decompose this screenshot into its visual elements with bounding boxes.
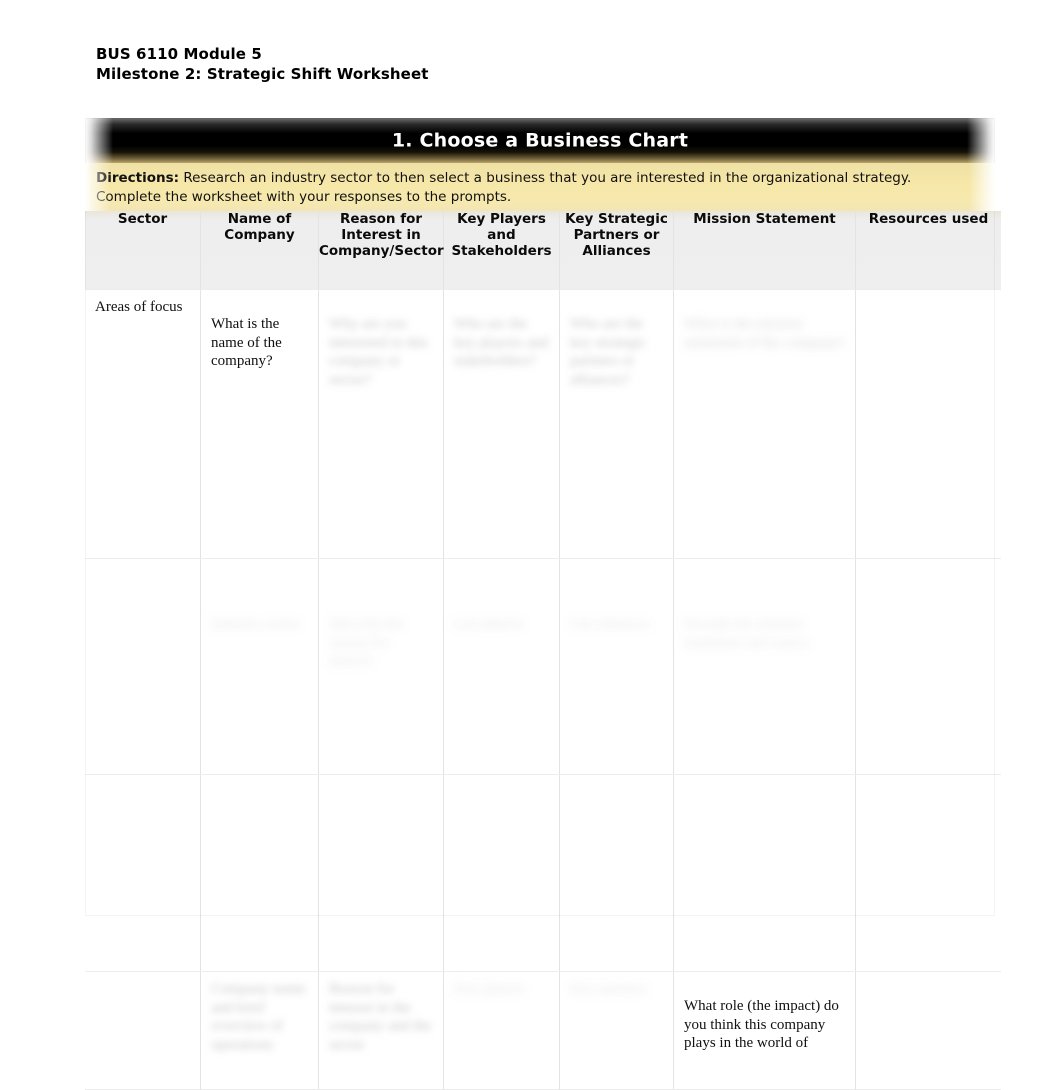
table-header-row: Sector Name of Company Reason for Intere… xyxy=(85,211,1001,290)
cell-partners[interactable]: List alliances xyxy=(559,558,674,775)
column-header-partners: Key Strategic Partners or Alliances xyxy=(559,211,674,290)
cell-reason-text xyxy=(319,775,443,789)
cell-sector-text xyxy=(85,559,200,573)
cell-players[interactable]: List players xyxy=(443,558,560,775)
cell-reason[interactable]: Reason for interest in the company and t… xyxy=(318,971,444,1090)
cell-players-text: List players xyxy=(454,616,525,632)
cell-sector-text xyxy=(85,972,200,986)
cell-company[interactable] xyxy=(200,774,319,972)
column-header-players: Key Players and Stakeholders xyxy=(443,211,560,290)
cell-players-text: Who are the key players and stakeholders… xyxy=(454,316,549,369)
cell-sector-text xyxy=(85,775,200,789)
cell-resources[interactable] xyxy=(855,971,1001,1090)
cell-reason-text: Reason for interest in the company and t… xyxy=(329,981,432,1053)
worksheet-banner: 1. Choose a Business Chart xyxy=(85,118,995,163)
cell-players-text: Key players xyxy=(454,981,527,997)
table-row: Company name and brief overview of opera… xyxy=(85,971,1001,1090)
cell-resources-text xyxy=(856,290,1001,304)
cell-sector-text: Areas of focus xyxy=(95,299,183,315)
page-title-line-1: BUS 6110 Module 5 xyxy=(96,45,262,63)
cell-sector[interactable] xyxy=(85,774,201,972)
cell-mission[interactable]: What role (the impact) do you think this… xyxy=(673,971,856,1090)
cell-partners[interactable]: Key partners xyxy=(559,971,674,1090)
cell-company[interactable]: What is the name of the company? xyxy=(200,289,319,559)
table-header: Sector Name of Company Reason for Intere… xyxy=(85,211,1001,290)
cell-resources-text xyxy=(856,972,1001,986)
cell-partners-text: Key partners xyxy=(570,981,648,997)
cell-players-text xyxy=(444,775,559,789)
directions-body: Research an industry sector to then sele… xyxy=(96,170,912,205)
directions-label: Directions: xyxy=(96,170,180,186)
cell-company[interactable]: Industry sector xyxy=(200,558,319,775)
cell-company-text: Industry sector xyxy=(211,616,301,632)
cell-mission-text: Provide the mission statement and source xyxy=(684,616,810,651)
cell-players[interactable]: Who are the key players and stakeholders… xyxy=(443,289,560,559)
cell-partners[interactable]: Who are the key strategic partners or al… xyxy=(559,289,674,559)
cell-resources-text xyxy=(856,775,1001,789)
cell-company[interactable]: Company name and brief overview of opera… xyxy=(200,971,319,1090)
worksheet-container: 1. Choose a Business Chart Directions: R… xyxy=(85,118,1001,1090)
column-header-mission: Mission Statement xyxy=(673,211,856,290)
cell-reason-text: Describe the reason for interest xyxy=(329,616,405,669)
cell-sector[interactable] xyxy=(85,558,201,775)
cell-company-text xyxy=(201,775,318,789)
cell-resources[interactable] xyxy=(855,558,1001,775)
page-title: BUS 6110 Module 5 Milestone 2: Strategic… xyxy=(96,44,429,84)
directions-row: Directions: Research an industry sector … xyxy=(85,163,995,211)
cell-partners-text: Who are the key strategic partners or al… xyxy=(570,316,647,388)
cell-mission[interactable] xyxy=(673,774,856,972)
cell-mission-text: What is the mission statement of the com… xyxy=(684,316,846,351)
cell-mission[interactable]: What is the mission statement of the com… xyxy=(673,289,856,559)
table-row: Industry sector Describe the reason for … xyxy=(85,558,1001,775)
cell-reason[interactable]: Why are you interested in this company o… xyxy=(318,289,444,559)
table-row xyxy=(85,774,1001,972)
cell-mission[interactable]: Provide the mission statement and source xyxy=(673,558,856,775)
cell-sector[interactable]: Areas of focus xyxy=(85,289,201,559)
cell-resources[interactable] xyxy=(855,289,1001,559)
column-header-company: Name of Company xyxy=(200,211,319,290)
cell-players[interactable]: Key players xyxy=(443,971,560,1090)
page-title-line-2: Milestone 2: Strategic Shift Worksheet xyxy=(96,65,429,83)
cell-players[interactable] xyxy=(443,774,560,972)
cell-resources[interactable] xyxy=(855,774,1001,972)
cell-partners[interactable] xyxy=(559,774,674,972)
cell-sector[interactable] xyxy=(85,971,201,1090)
directions-text: Directions: Research an industry sector … xyxy=(85,163,995,207)
cell-mission-text: What role (the impact) do you think this… xyxy=(684,998,839,1051)
table-body: Areas of focus What is the name of the c… xyxy=(85,289,1001,1090)
column-header-reason: Reason for Interest in Company/Sector xyxy=(318,211,444,290)
cell-company-text: Company name and brief overview of opera… xyxy=(211,981,306,1053)
cell-company-text: What is the name of the company? xyxy=(211,316,282,369)
column-header-sector: Sector xyxy=(85,211,201,290)
cell-reason[interactable] xyxy=(318,774,444,972)
table-row: Areas of focus What is the name of the c… xyxy=(85,289,1001,559)
cell-resources-text xyxy=(856,559,1001,573)
cell-mission-text xyxy=(674,775,855,789)
worksheet-table: Sector Name of Company Reason for Intere… xyxy=(85,211,1001,1090)
column-header-resources: Resources used xyxy=(855,211,1001,290)
cell-reason-text: Why are you interested in this company o… xyxy=(329,316,429,388)
worksheet-banner-title: 1. Choose a Business Chart xyxy=(391,129,689,152)
cell-partners-text xyxy=(560,775,673,789)
cell-partners-text: List alliances xyxy=(570,616,650,632)
cell-reason[interactable]: Describe the reason for interest xyxy=(318,558,444,775)
